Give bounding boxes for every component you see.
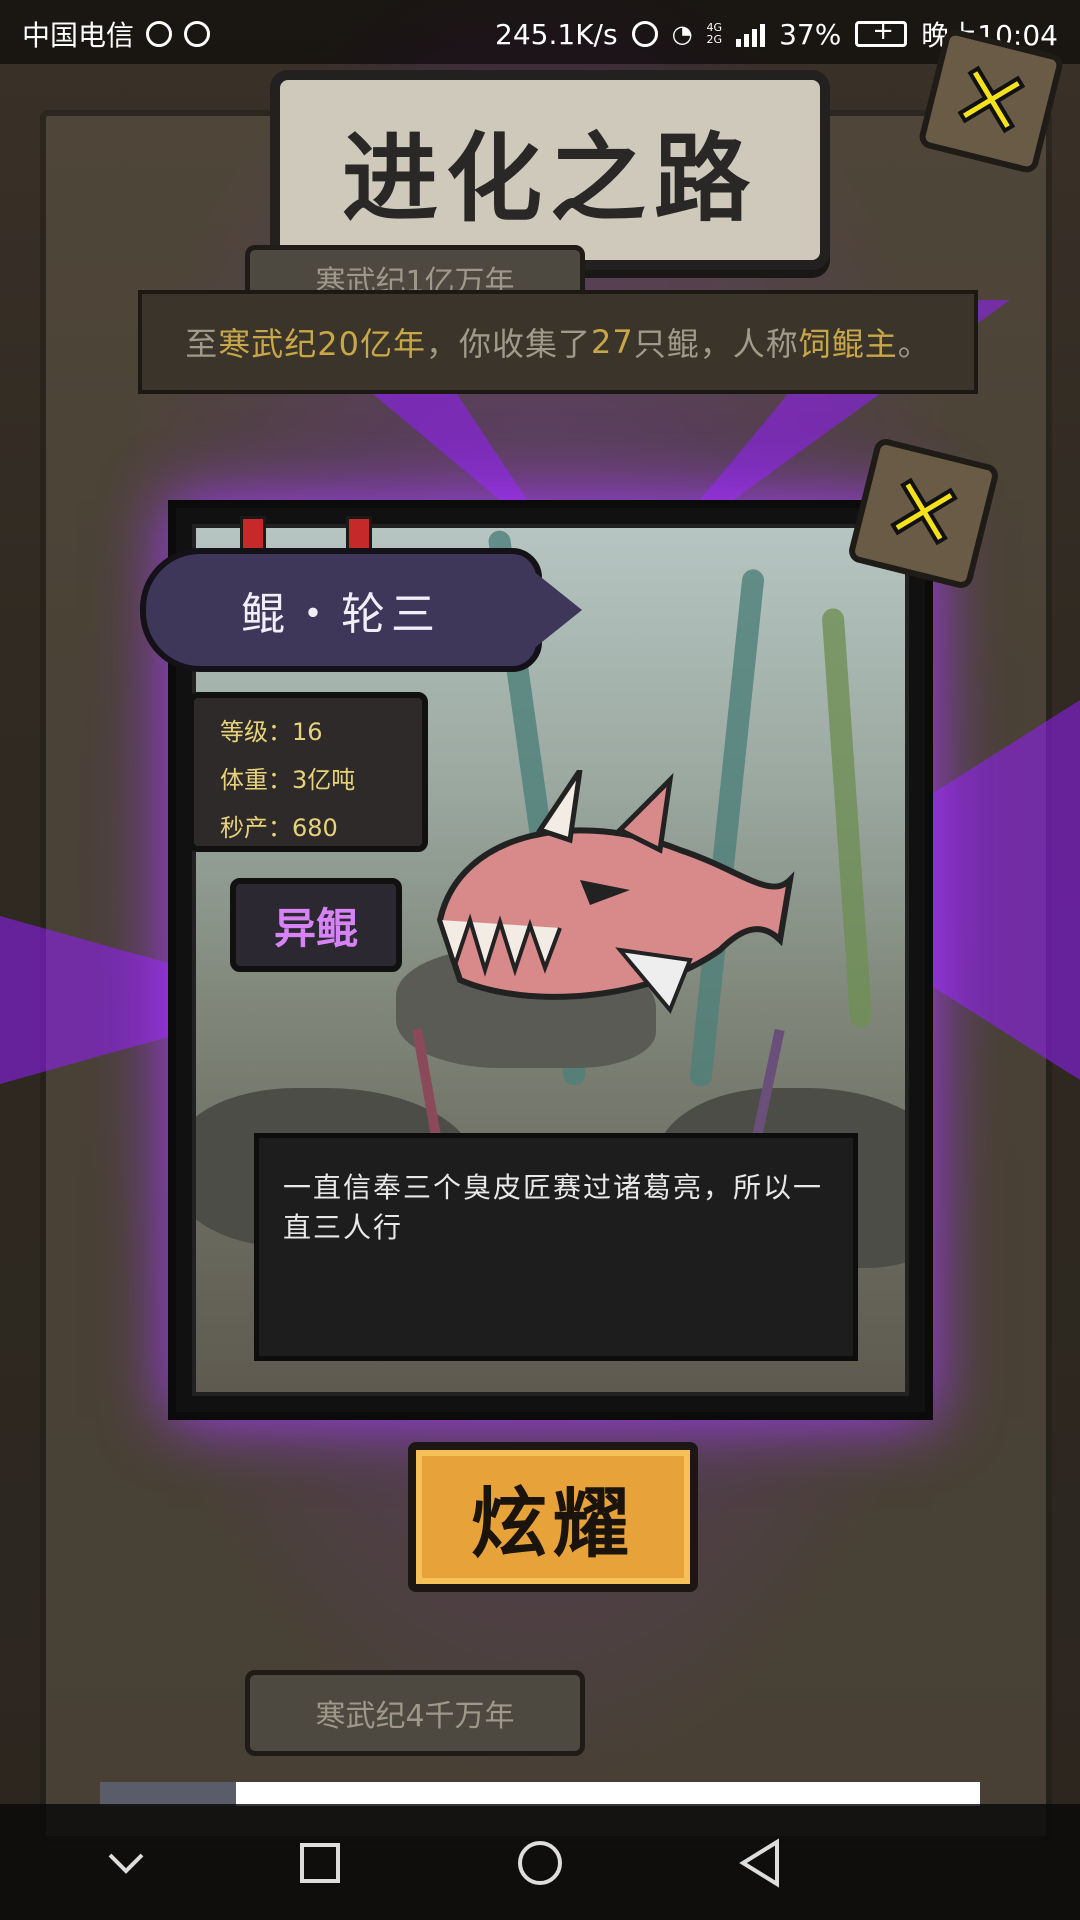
show-off-button[interactable]: 炫耀 [408, 1442, 698, 1592]
close-x-icon: ✕ [871, 450, 976, 576]
stat-weight-value: 3亿吨 [292, 766, 356, 794]
collapse-icon [108, 1853, 144, 1874]
net-speed: 245.1K/s [495, 17, 618, 51]
collapse-button[interactable] [96, 1838, 156, 1888]
battery-icon [855, 16, 908, 47]
back-icon [739, 1838, 779, 1888]
description-text: 一直信奉三个臭皮匠赛过诸葛亮，所以一直三人行 [283, 1171, 824, 1244]
summary-era: 寒武纪20亿年 [218, 325, 426, 363]
fish-description: 一直信奉三个臭皮匠赛过诸葛亮，所以一直三人行 [254, 1133, 858, 1361]
network-type: 4G 2G [706, 21, 723, 46]
summary-banner: 至寒武纪20亿年 ，你收集了 27 只鲲，人称 饲鲲主。 [138, 290, 978, 394]
battery-percent: 37% [779, 17, 842, 51]
summary-count: 27 [591, 323, 634, 361]
summary-suffix: 只鲲，人称 [633, 325, 799, 363]
home-icon [518, 1841, 562, 1885]
summary-prefix: 至 [185, 325, 219, 363]
sync-icon [184, 21, 211, 47]
shark-illustration [436, 770, 795, 1014]
shark-horn [536, 770, 583, 844]
alarm-icon [146, 21, 173, 47]
stat-output-label: 秒产： [220, 814, 292, 842]
show-off-label: 炫耀 [471, 1479, 635, 1568]
status-bar: 中国电信 245.1K/s ◔ 4G 2G 37% 晚上10:04 [0, 0, 1080, 64]
stat-level-value: 16 [292, 718, 323, 746]
era-tab-bottom-label: 寒武纪4千万年 [315, 1699, 515, 1734]
recents-button[interactable] [290, 1838, 350, 1888]
status-left: 中国电信 [22, 14, 211, 54]
stat-weight-label: 体重： [220, 766, 292, 794]
page-title: 进化之路 [342, 122, 758, 235]
wifi-icon: ◔ [671, 20, 693, 48]
stat-level-label: 等级： [220, 718, 292, 746]
summary-end: 。 [897, 325, 931, 363]
stat-weight: 体重：3亿吨 [220, 760, 422, 795]
summary-middle: ，你收集了 [425, 325, 591, 363]
summary-title: 饲鲲主 [798, 325, 898, 363]
era-tab-bottom[interactable]: 寒武纪4千万年 [245, 1670, 585, 1756]
seaweed [821, 607, 873, 1029]
stat-output: 秒产：680 [220, 808, 422, 843]
system-nav-bar [0, 1804, 1080, 1920]
recents-icon [300, 1843, 340, 1883]
home-button[interactable] [510, 1838, 570, 1888]
back-button[interactable] [730, 1838, 790, 1888]
ad-thumbnail [100, 1782, 236, 1806]
rarity-label: 异鲲 [273, 903, 358, 953]
fish-name-banner: 鲲・轮三 [140, 548, 582, 672]
fish-name: 鲲・轮三 [241, 589, 441, 640]
headphones-icon [631, 21, 658, 47]
signal-icon [736, 21, 766, 47]
shark-body [436, 827, 795, 1000]
stat-output-value: 680 [292, 814, 338, 842]
close-x-icon: ✕ [939, 38, 1044, 164]
stats-panel: 等级：16 体重：3亿吨 秒产：680 [188, 692, 428, 852]
title-plaque: 进化之路 [270, 70, 830, 270]
carrier-label: 中国电信 [22, 19, 135, 52]
rarity-badge: 异鲲 [230, 878, 402, 972]
stat-level: 等级：16 [220, 712, 422, 747]
